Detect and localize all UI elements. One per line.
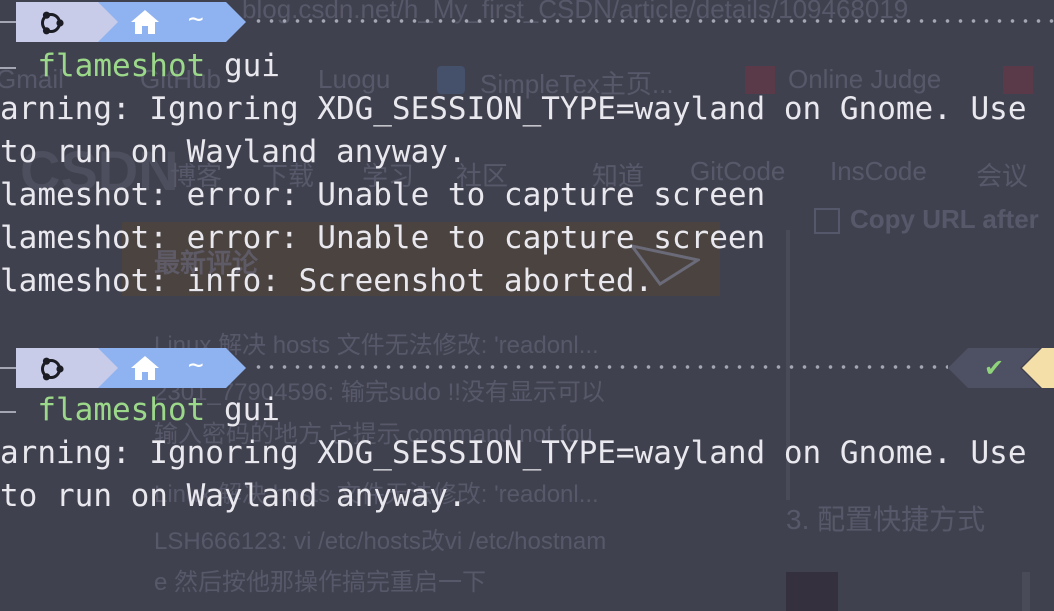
prompt-connector bbox=[0, 21, 16, 23]
prompt-connector bbox=[0, 367, 16, 369]
home-icon bbox=[131, 356, 159, 380]
output-line: lameshot: error: Unable to capture scree… bbox=[0, 177, 766, 213]
output-line: lameshot: error: Unable to capture scree… bbox=[0, 220, 766, 256]
command-line: flameshot gui bbox=[0, 45, 280, 88]
output-line: arning: Ignoring XDG_SESSION_TYPE=waylan… bbox=[0, 91, 1027, 127]
command-args: gui bbox=[205, 392, 280, 428]
current-directory: ~ bbox=[188, 4, 204, 34]
success-check-icon: ✔ bbox=[984, 354, 1005, 382]
ubuntu-icon bbox=[41, 357, 64, 381]
prompt-dotted-filler bbox=[252, 365, 948, 369]
output-line: arning: Ignoring XDG_SESSION_TYPE=waylan… bbox=[0, 435, 1027, 471]
output-line: lameshot: info: Screenshot aborted. bbox=[0, 263, 654, 299]
output-line: to run on Wayland anyway. bbox=[0, 134, 467, 170]
output-line: to run on Wayland anyway. bbox=[0, 478, 467, 514]
prompt-dotted-filler bbox=[252, 19, 1054, 23]
home-icon bbox=[131, 10, 159, 34]
current-directory: ~ bbox=[188, 350, 204, 380]
command-name: flameshot bbox=[37, 48, 206, 84]
ubuntu-icon bbox=[41, 11, 64, 35]
command-name: flameshot bbox=[37, 392, 206, 428]
command-args: gui bbox=[205, 48, 280, 84]
terminal[interactable]: ~ flameshot gui arning: Ignoring XDG_SES… bbox=[0, 0, 1054, 611]
command-line: flameshot gui bbox=[0, 389, 280, 432]
